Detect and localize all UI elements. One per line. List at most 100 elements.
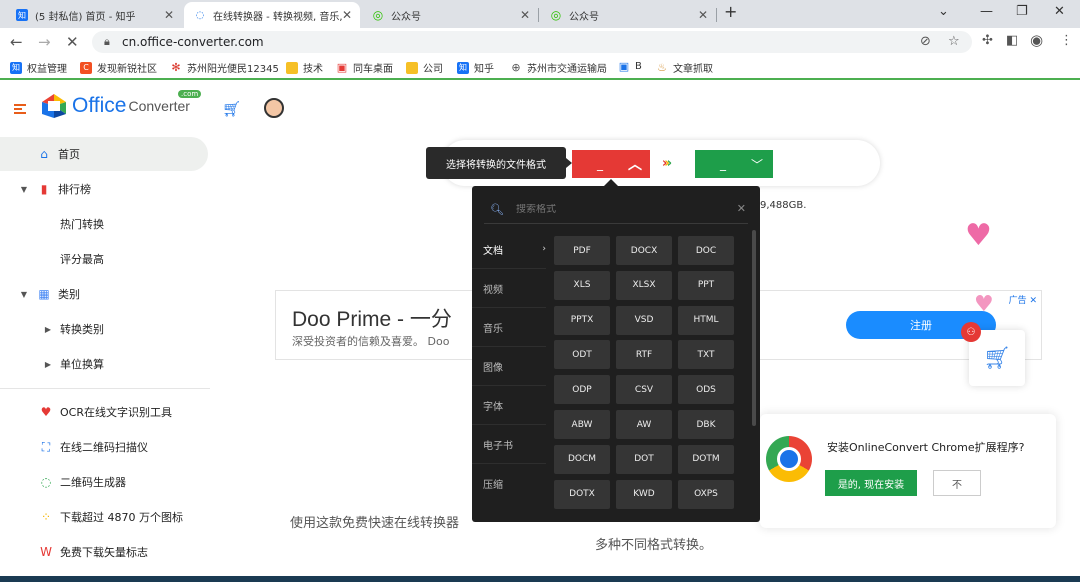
format-option-csv[interactable]: CSV <box>616 375 672 405</box>
format-option-docm[interactable]: DOCM <box>554 444 610 474</box>
browser-tab-gongzhonghao-1[interactable]: ◎ 公众号 ✕ <box>362 2 538 28</box>
sidebar-divider <box>0 388 210 389</box>
hamburger-menu-icon[interactable] <box>14 104 26 114</box>
restore-icon[interactable]: ❐ <box>1016 4 1028 19</box>
format-option-aw[interactable]: AW <box>616 410 672 439</box>
format-option-dotm[interactable]: DOTM <box>678 444 734 474</box>
bookmark-item[interactable]: ⊕ 苏州市交通运输局 <box>510 60 607 75</box>
office-converter-logo[interactable]: Office Converter .com <box>40 90 202 120</box>
bookmark-label: 文章抓取 <box>673 64 713 75</box>
format-search-input[interactable] <box>515 204 716 215</box>
install-no-button[interactable]: 不 <box>933 470 981 496</box>
bookmark-item[interactable]: 知权益管理 <box>10 60 67 75</box>
format-option-rtf[interactable]: RTF <box>616 340 672 370</box>
format-option-kwd[interactable]: KWD <box>616 479 672 509</box>
expand-arrow-icon[interactable]: ▶ <box>40 325 56 334</box>
address-bar[interactable]: 🔒︎ cn.office-converter.com ⊘ ☆ <box>92 31 972 53</box>
bookmark-item[interactable]: ♨ 文章抓取 <box>656 60 713 75</box>
url-text[interactable]: cn.office-converter.com <box>122 35 264 49</box>
category-music[interactable]: 音乐 <box>472 308 546 347</box>
lock-icon[interactable]: 🔒︎ <box>104 35 110 49</box>
sidebar-item-vector-logos[interactable]: W 免费下载矢量标志 <box>0 535 208 569</box>
format-option-docx[interactable]: DOCX <box>616 236 672 265</box>
close-tab-icon[interactable]: ✕ <box>520 8 530 22</box>
translate-icon[interactable]: ⊘ <box>920 34 931 49</box>
vector-icon: W <box>40 545 52 559</box>
source-format-select[interactable]: _ ︿ <box>572 150 650 178</box>
sidebar-item-unit-convert[interactable]: ▶ 单位换算 <box>0 347 208 381</box>
format-option-xlsx[interactable]: XLSX <box>616 270 672 300</box>
close-icon[interactable]: ✕ <box>737 202 746 215</box>
target-format-select[interactable]: _ ﹀ <box>695 150 773 178</box>
format-search[interactable]: 🔍︎ ✕ <box>484 196 748 224</box>
format-option-doc[interactable]: DOC <box>678 236 734 265</box>
profile-icon[interactable]: ◉ <box>1030 31 1043 49</box>
browser-tab-zhihu[interactable]: 知 (5 封私信) 首页 - 知乎 ✕ <box>6 2 182 28</box>
user-badge-icon[interactable]: ⚇ <box>961 322 981 342</box>
format-option-odp[interactable]: ODP <box>554 375 610 405</box>
tab-search-icon[interactable]: ⌄ <box>938 4 949 19</box>
format-option-ppt[interactable]: PPT <box>678 270 734 300</box>
extensions-icon[interactable]: ✣ <box>982 33 993 48</box>
sidebar-item-category[interactable]: ▼ ▦ 类别 <box>0 277 208 311</box>
category-ebook[interactable]: 电子书 <box>472 425 546 464</box>
format-option-dot[interactable]: DOT <box>616 444 672 474</box>
format-option-ods[interactable]: ODS <box>678 375 734 405</box>
format-option-dbk[interactable]: DBK <box>678 410 734 439</box>
format-option-xls[interactable]: XLS <box>554 270 610 300</box>
sidebar-item-icons[interactable]: ⁘ 下载超过 4870 万个图标 <box>0 500 208 534</box>
bookmark-item[interactable]: ▣ 同车桌面 <box>336 60 393 75</box>
bookmark-item[interactable]: ▣ B <box>618 60 642 73</box>
close-tab-icon[interactable]: ✕ <box>698 8 708 22</box>
category-document[interactable]: 文档 › <box>472 230 546 269</box>
category-font[interactable]: 字体 <box>472 386 546 425</box>
format-option-txt[interactable]: TXT <box>678 340 734 370</box>
format-option-dotx[interactable]: DOTX <box>554 479 610 509</box>
close-window-icon[interactable]: ✕ <box>1054 4 1065 19</box>
menu-icon[interactable]: ⋮ <box>1060 33 1073 48</box>
format-option-vsd[interactable]: VSD <box>616 305 672 335</box>
panel-scrollbar[interactable] <box>752 230 756 426</box>
format-option-html[interactable]: HTML <box>678 305 734 335</box>
sidebar-item-convert-category[interactable]: ▶ 转换类别 <box>0 312 208 346</box>
sidebar-item-qr-scanner[interactable]: ⛶ 在线二维码扫描仪 <box>0 430 208 464</box>
format-option-oxps[interactable]: OXPS <box>678 479 734 509</box>
minimize-icon[interactable]: — <box>980 4 993 19</box>
sidebar-item-label: 免费下载矢量标志 <box>60 546 148 559</box>
close-tab-icon[interactable]: ✕ <box>342 8 352 22</box>
format-option-pptx[interactable]: PPTX <box>554 305 610 335</box>
close-tab-icon[interactable]: ✕ <box>164 8 174 22</box>
format-option-odt[interactable]: ODT <box>554 340 610 370</box>
expand-arrow-icon[interactable]: ▼ <box>16 185 32 194</box>
sidebar-item-home[interactable]: ⌂ 首页 <box>0 137 208 171</box>
bookmark-star-icon[interactable]: ☆ <box>948 34 960 49</box>
bookmark-item[interactable]: 公司 <box>406 60 443 75</box>
browser-tab-office-converter[interactable]: ◌ 在线转换器 - 转换视频, 音乐, 图 ✕ <box>184 2 360 28</box>
category-archive[interactable]: 压缩 <box>472 464 546 503</box>
sidebar-item-hot[interactable]: 热门转换 <box>0 207 208 241</box>
side-panel-icon[interactable]: ◧ <box>1006 33 1018 48</box>
sidebar-item-qr-generator[interactable]: ◌ 二维码生成器 <box>0 465 208 499</box>
bookmark-item[interactable]: C 发现新锐社区 <box>80 60 157 75</box>
ad-close-badge[interactable]: 广告 ✕ <box>1009 293 1037 306</box>
browser-tab-gongzhonghao-2[interactable]: ◎ 公众号 ✕ <box>540 2 716 28</box>
sidebar-item-ranking[interactable]: ▼ ▮ 排行榜 <box>0 172 208 206</box>
back-icon[interactable]: ← <box>10 33 23 51</box>
bookmark-item[interactable]: ✻ 苏州阳光便民12345 <box>170 60 278 75</box>
category-image[interactable]: 图像 <box>472 347 546 386</box>
install-yes-button[interactable]: 是的, 现在安装 <box>825 470 917 496</box>
new-tab-button[interactable]: + <box>724 2 737 21</box>
forward-icon[interactable]: → <box>38 33 51 51</box>
expand-arrow-icon[interactable]: ▼ <box>16 290 32 299</box>
sidebar-item-ocr[interactable]: ♥ OCR在线文字识别工具 <box>0 395 208 429</box>
stop-icon[interactable]: ✕ <box>66 33 79 51</box>
bookmark-item[interactable]: 技术 <box>286 60 323 75</box>
category-video[interactable]: 视频 <box>472 269 546 308</box>
expand-arrow-icon[interactable]: ▶ <box>40 360 56 369</box>
sidebar-item-top-rated[interactable]: 评分最高 <box>0 242 208 276</box>
format-option-pdf[interactable]: PDF <box>554 236 610 265</box>
format-option-abw[interactable]: ABW <box>554 410 610 439</box>
bookmark-label: 苏州市交通运输局 <box>527 64 607 75</box>
bookmark-item[interactable]: 知知乎 <box>457 60 494 75</box>
article-icon: ♨ <box>657 61 667 74</box>
